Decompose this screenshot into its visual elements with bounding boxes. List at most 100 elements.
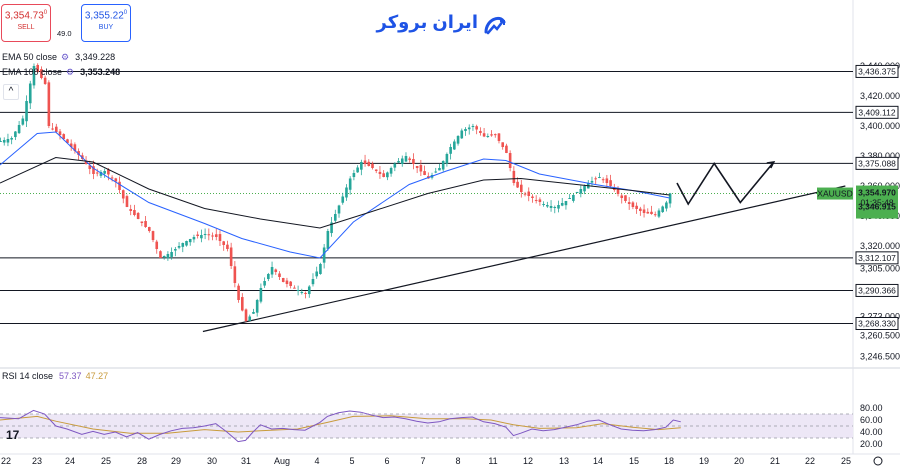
candle-up <box>460 130 464 139</box>
candle-up <box>549 206 553 208</box>
candle-up <box>188 239 192 243</box>
time-axis-tick-label: 24 <box>65 456 75 466</box>
candle-down <box>635 205 638 209</box>
candle-up <box>270 267 274 275</box>
candle-down <box>363 160 367 164</box>
price-axis-tick-label: 3,260.500 <box>860 330 900 340</box>
rsi-axis-tick-label: 80.00 <box>860 403 883 413</box>
time-axis-tick-label: 15 <box>629 456 639 466</box>
candle-down <box>222 241 225 245</box>
candle-down <box>479 130 482 133</box>
time-axis-tick-label: 29 <box>171 456 181 466</box>
level-price-label: 3,409.112 <box>858 107 895 117</box>
rsi-axis-tick-label: 20.00 <box>860 439 883 449</box>
brand-logo-text: ایران بروکر <box>376 12 478 32</box>
candle-down <box>121 190 125 199</box>
candle-up <box>259 288 263 302</box>
candle-down <box>512 170 516 183</box>
time-axis-tick-label: 22 <box>1 456 11 466</box>
buy-button[interactable]: 3,355.220 BUY <box>81 4 131 42</box>
time-axis-tick-label: 5 <box>349 456 354 466</box>
candle-up <box>296 290 300 291</box>
candle-down <box>650 211 653 214</box>
candle-down <box>490 134 493 136</box>
candle-up <box>560 203 564 206</box>
time-axis-tick-label: 19 <box>699 456 709 466</box>
candle-up <box>438 168 441 171</box>
candle-down <box>155 241 159 249</box>
candle-down <box>534 199 538 201</box>
time-axis-tick-label: 25 <box>101 456 111 466</box>
candle-down <box>285 280 289 284</box>
candle-up <box>177 246 181 248</box>
candle-up <box>445 154 449 164</box>
candle-up <box>486 136 490 137</box>
candle-up <box>348 178 352 190</box>
candle-up <box>356 167 359 173</box>
time-axis-tick-label: Aug <box>274 456 290 466</box>
collapse-legend-chevron-up-icon[interactable]: ^ <box>3 84 19 100</box>
candle-up <box>203 234 207 236</box>
candle-up <box>21 118 25 125</box>
candle-up <box>441 161 445 170</box>
candle-down <box>289 281 292 286</box>
current-price-label: 3,354.970 <box>858 188 896 198</box>
sell-button[interactable]: 3,354.730 SELL <box>1 4 51 42</box>
price-axis-tick-label: 3,320.000 <box>860 241 900 251</box>
legend-rsi[interactable]: RSI 14 close 57.37 47.27 <box>2 371 108 381</box>
candle-up <box>255 300 259 313</box>
candle-up <box>665 202 668 209</box>
candle-down <box>218 234 222 241</box>
candle-up <box>360 162 363 170</box>
time-axis-tick-label: 13 <box>559 456 569 466</box>
candle-up <box>352 173 356 178</box>
candle-up <box>557 205 560 209</box>
candle-up <box>575 192 579 193</box>
candle-down <box>412 158 415 164</box>
candle-down <box>653 214 657 216</box>
candle-down <box>51 128 54 130</box>
candle-down <box>233 266 237 283</box>
time-axis-tick-label: 8 <box>455 456 460 466</box>
time-axis-tick-label: 18 <box>664 456 674 466</box>
candle-down <box>274 269 278 272</box>
candle-up <box>404 156 408 162</box>
candle-down <box>475 126 478 130</box>
candle-up <box>579 189 583 194</box>
level-price-label: 3,268.330 <box>858 319 896 329</box>
candle-up <box>393 163 397 168</box>
time-axis-tick-label: 30 <box>207 456 217 466</box>
legend-ema100[interactable]: EMA 100 close ⚙ 3,353.248 <box>2 67 120 78</box>
candle-down <box>520 184 523 192</box>
candle-up <box>200 235 203 239</box>
candle-up <box>174 249 177 251</box>
candle-up <box>434 171 438 173</box>
rsi-label: RSI 14 close <box>2 371 54 381</box>
rsi-axis-tick-label: 40.00 <box>860 427 883 437</box>
candle-down <box>133 210 136 215</box>
candle-up <box>6 139 10 143</box>
candle-up <box>337 205 341 214</box>
candle-down <box>58 131 62 135</box>
candle-down <box>125 196 129 207</box>
legend-ema50[interactable]: EMA 50 close ⚙ 3,349.228 <box>2 52 115 63</box>
settings-icon[interactable]: ⚙ <box>61 52 69 62</box>
ema100-label: EMA 100 close <box>2 67 63 77</box>
tradingview-logo-icon[interactable]: 17 <box>6 428 19 442</box>
candle-down <box>293 287 296 289</box>
sell-price: 3,354.73 <box>4 10 44 22</box>
price-chart[interactable]: 3,440.0003,420.0003,400.0003,380.0003,36… <box>0 0 900 471</box>
candle-up <box>319 264 322 274</box>
candle-down <box>196 234 199 236</box>
brand-logo: ایران بروکر <box>377 12 508 38</box>
brand-logo-icon <box>484 16 506 35</box>
candle-down <box>594 178 597 180</box>
sell-label: SELL <box>17 24 35 32</box>
candle-down <box>214 234 218 237</box>
candle-up <box>471 126 475 127</box>
candle-down <box>95 172 99 174</box>
settings-icon[interactable]: ⚙ <box>66 67 74 77</box>
candle-up <box>192 237 196 240</box>
candle-up <box>2 140 6 143</box>
candle-up <box>341 196 345 203</box>
